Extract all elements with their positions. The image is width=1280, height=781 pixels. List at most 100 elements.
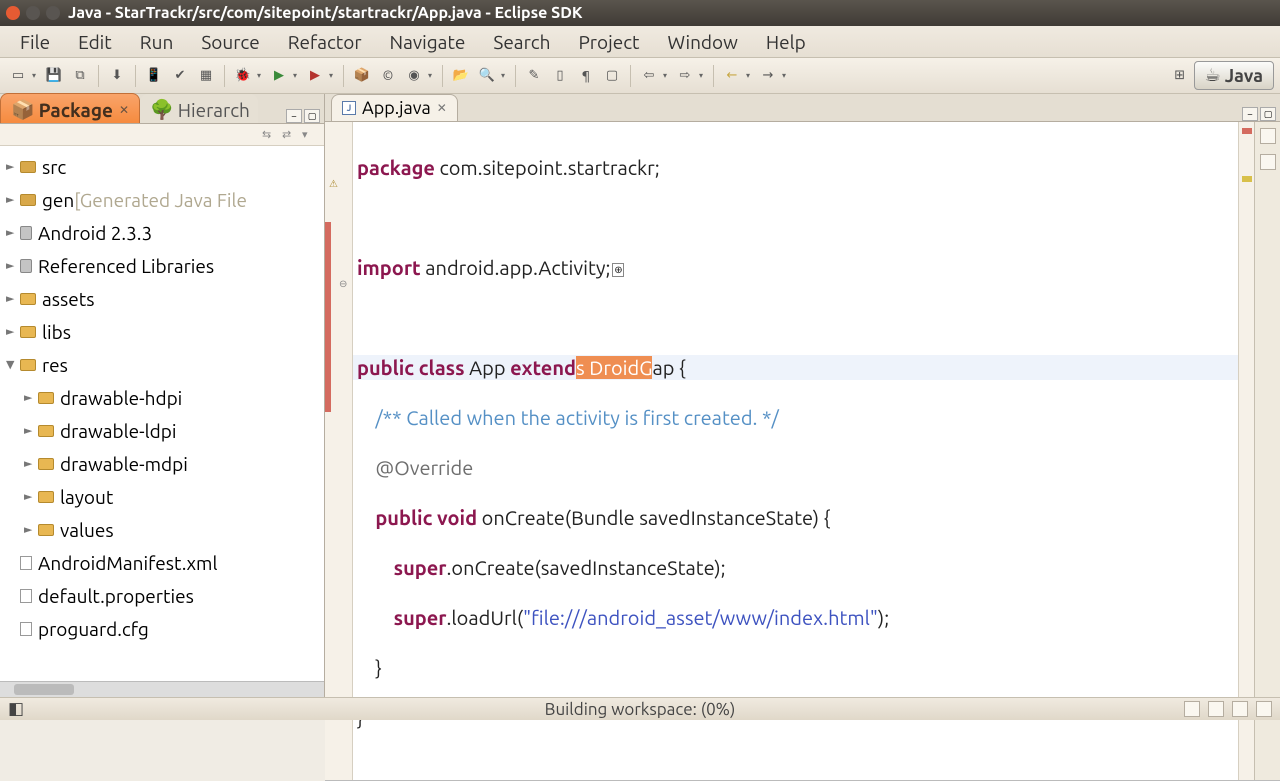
lint-button[interactable]: ✔ (168, 64, 192, 88)
status-icon[interactable] (1184, 701, 1200, 717)
menu-window[interactable]: Window (654, 27, 752, 57)
tab-hierarchy[interactable]: 🌳 Hierarch (140, 94, 258, 123)
folder-icon (38, 524, 54, 536)
new-class-button[interactable]: © (376, 64, 400, 88)
tree-item-drawable-mdpi[interactable]: ►drawable-mdpi (0, 447, 324, 480)
new-type-button[interactable]: ◉ (402, 64, 426, 88)
fold-box-icon[interactable]: ⊕ (612, 263, 624, 277)
close-icon[interactable]: ✕ (437, 101, 447, 115)
next-ann-button[interactable]: ⇨ (673, 64, 697, 88)
editor-ruler[interactable]: ⚠ ⊖ (325, 122, 353, 780)
tab-app-java[interactable]: J App.java ✕ (331, 94, 458, 121)
perspective-java[interactable]: ☕ Java (1194, 61, 1274, 90)
run-button[interactable]: ▶ (267, 64, 291, 88)
expander-icon[interactable]: ► (6, 193, 20, 206)
toolbar: ▭▾ 💾 ⧉ ⬇ 📱 ✔ ▦ 🐞▾ ▶▾ ▶▾ 📦 © ◉▾ 📂 🔍▾ ✎ ▯ … (0, 58, 1280, 94)
expander-icon[interactable]: ▼ (6, 358, 20, 371)
tab-package-explorer[interactable]: 📦 Package ✕ (0, 93, 140, 123)
ui-button[interactable]: ▦ (194, 64, 218, 88)
open-perspective-button[interactable]: ⊞ (1168, 64, 1192, 88)
status-left-icon[interactable]: ◧ (8, 699, 48, 719)
tree-item-referenced-libraries[interactable]: ►Referenced Libraries (0, 249, 324, 282)
new-package-button[interactable]: 📦 (350, 64, 374, 88)
expander-icon[interactable]: ► (24, 490, 38, 503)
avd-button[interactable]: 📱 (142, 64, 166, 88)
expander-icon[interactable]: ► (6, 160, 20, 173)
overview-ruler[interactable] (1238, 122, 1254, 780)
maximize-view-button[interactable]: ▢ (304, 109, 320, 123)
expander-icon[interactable]: ► (24, 523, 38, 536)
tree-item-drawable-ldpi[interactable]: ►drawable-ldpi (0, 414, 324, 447)
new-button[interactable]: ▭ (6, 64, 30, 88)
tree-item-libs[interactable]: ►libs (0, 315, 324, 348)
hscrollbar[interactable] (0, 681, 324, 697)
forward-button[interactable]: → (756, 64, 780, 88)
expander-icon[interactable]: ► (6, 325, 20, 338)
tree-item-proguard-cfg[interactable]: proguard.cfg (0, 612, 324, 645)
prev-ann-button[interactable]: ⇦ (637, 64, 661, 88)
expander-icon[interactable]: ► (6, 226, 20, 239)
menu-run[interactable]: Run (126, 27, 188, 57)
folder-icon (20, 326, 36, 338)
tree-item-layout[interactable]: ► layout (0, 480, 324, 513)
folder-icon (38, 491, 54, 503)
toggle-mark-button[interactable]: ✎ (522, 64, 546, 88)
expander-icon[interactable]: ► (6, 292, 20, 305)
error-overview-marker[interactable] (1242, 128, 1252, 134)
next-annot-button[interactable]: ▢ (600, 64, 624, 88)
status-icon[interactable] (1256, 701, 1272, 717)
tree-item-drawable-hdpi[interactable]: ►drawable-hdpi (0, 381, 324, 414)
expander-icon[interactable]: ► (24, 391, 38, 404)
save-button[interactable]: 💾 (42, 64, 66, 88)
tree-item-src[interactable]: ►src (0, 150, 324, 183)
open-type-button[interactable]: 📂 (449, 64, 473, 88)
menu-refactor[interactable]: Refactor (274, 27, 376, 57)
ext-button[interactable]: ▶ (303, 64, 327, 88)
tree-label: layout (60, 486, 113, 508)
menu-project[interactable]: Project (564, 27, 653, 57)
menu-file[interactable]: File (6, 27, 64, 57)
minimize-editor-button[interactable]: – (1242, 107, 1258, 121)
status-icon[interactable] (1208, 701, 1224, 717)
save-all-button[interactable]: ⧉ (68, 64, 92, 88)
search-button[interactable]: 🔍 (475, 64, 499, 88)
warning-overview-marker[interactable] (1242, 176, 1252, 182)
minimize-view-button[interactable]: – (286, 109, 302, 123)
expander-icon[interactable]: ► (24, 457, 38, 470)
maximize-icon[interactable] (46, 6, 60, 20)
menu-source[interactable]: Source (187, 27, 273, 57)
status-icon[interactable] (1232, 701, 1248, 717)
tree-item-default-properties[interactable]: default.properties (0, 579, 324, 612)
code-editor[interactable]: package com.sitepoint.startrackr; import… (353, 122, 1238, 780)
maximize-editor-button[interactable]: ▢ (1260, 107, 1276, 121)
menu-search[interactable]: Search (479, 27, 564, 57)
tree-item-assets[interactable]: ►assets (0, 282, 324, 315)
fold-marker-icon[interactable]: ⊖ (339, 278, 353, 292)
menu-help[interactable]: Help (752, 27, 820, 57)
menu-navigate[interactable]: Navigate (376, 27, 480, 57)
tree-label: AndroidManifest.xml (38, 552, 217, 574)
link-editor-icon[interactable]: ⇄ (282, 128, 296, 142)
package-tree[interactable]: ►src►gen [Generated Java File►Android 2.… (0, 146, 324, 681)
view-menu-icon[interactable]: ▾ (302, 128, 316, 142)
toggle-block-button[interactable]: ▯ (548, 64, 572, 88)
collapse-all-icon[interactable]: ⇆ (262, 128, 276, 142)
tree-item-android-2-3-3[interactable]: ►Android 2.3.3 (0, 216, 324, 249)
minimize-icon[interactable] (26, 6, 40, 20)
menu-edit[interactable]: Edit (64, 27, 126, 57)
warning-marker-icon[interactable]: ⚠ (329, 178, 343, 192)
tree-item-res[interactable]: ▼res (0, 348, 324, 381)
show-whitespace-button[interactable]: ¶ (574, 64, 598, 88)
tree-item-androidmanifest-xml[interactable]: AndroidManifest.xml (0, 546, 324, 579)
close-icon[interactable]: ✕ (117, 103, 131, 117)
expander-icon[interactable]: ► (6, 259, 20, 272)
back-button[interactable]: ← (720, 64, 744, 88)
outline-icon[interactable] (1260, 154, 1276, 170)
outline-icon[interactable] (1260, 128, 1276, 144)
sdk-manager-button[interactable]: ⬇ (105, 64, 129, 88)
close-icon[interactable] (6, 6, 20, 20)
expander-icon[interactable]: ► (24, 424, 38, 437)
debug-button[interactable]: 🐞 (231, 64, 255, 88)
tree-item-values[interactable]: ►values (0, 513, 324, 546)
tree-item-gen[interactable]: ►gen [Generated Java File (0, 183, 324, 216)
